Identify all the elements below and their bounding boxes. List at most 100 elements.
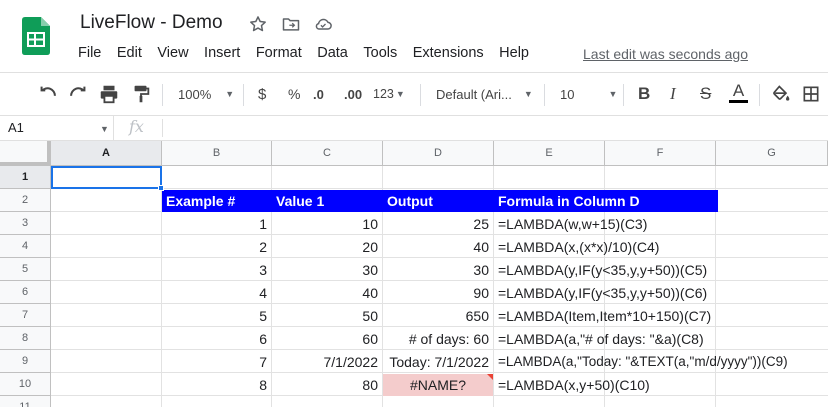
chevron-down-icon: ▼ [608,89,618,99]
row-header-2[interactable]: 2 [0,189,51,212]
formula-bar: A1 ▼ fx [0,116,828,141]
cell-formula[interactable]: =LAMBDA(x,(x*x)/10)(C4) [494,236,814,258]
row-header-5[interactable]: 5 [0,258,51,281]
menu-file[interactable]: File [78,45,101,65]
font-size-select[interactable]: 10 ▼ [560,82,617,106]
cell-example[interactable]: 2 [162,236,272,258]
bold-button[interactable]: B [638,82,650,106]
cell-value1[interactable]: 40 [272,282,383,304]
cell-output[interactable]: 30 [383,259,494,281]
currency-format-button[interactable]: $ [258,82,266,106]
cell-formula[interactable]: =LAMBDA(a,"# of days: "&a)(C8) [494,328,814,350]
more-formats-button[interactable]: 123 ▼ [373,82,405,106]
menu-insert[interactable]: Insert [204,45,240,65]
name-box[interactable]: A1 ▼ [0,116,114,140]
row-header-1[interactable]: 1 [0,166,51,189]
header-example[interactable]: Example # [162,190,272,212]
cell-output[interactable]: 25 [383,213,494,235]
star-icon[interactable] [248,14,268,34]
header-formula[interactable]: Formula in Column D [494,190,718,212]
chevron-down-icon: ▼ [395,89,405,99]
borders-button[interactable] [801,82,821,106]
cell-output[interactable]: 650 [383,305,494,327]
cell-formula[interactable]: =LAMBDA(w,w+15)(C3) [494,213,814,235]
percent-format-button[interactable]: % [288,82,300,106]
row-header-10[interactable]: 10 [0,373,51,396]
column-header-a[interactable]: A [51,141,162,166]
redo-button[interactable] [67,82,89,106]
header-value1[interactable]: Value 1 [272,190,383,212]
move-to-folder-icon[interactable] [281,14,301,34]
row-header-3[interactable]: 3 [0,212,51,235]
toolbar-divider [420,84,421,106]
zoom-value: 100% [178,86,212,102]
cell-example[interactable]: 3 [162,259,272,281]
column-header-e[interactable]: E [494,141,605,166]
formula-input[interactable] [170,120,820,138]
row-header-4[interactable]: 4 [0,235,51,258]
menu-tools[interactable]: Tools [363,45,397,65]
increase-decimal-button[interactable]: .00 [344,82,362,106]
cell-example[interactable]: 7 [162,351,272,373]
menu-extensions[interactable]: Extensions [413,45,484,65]
fill-handle[interactable] [158,185,164,191]
column-header-c[interactable]: C [272,141,383,166]
fill-color-button[interactable] [771,82,791,106]
toolbar-divider [243,84,244,106]
cell-value1[interactable]: 50 [272,305,383,327]
cell-value1[interactable]: 80 [272,374,383,396]
row-header-8[interactable]: 8 [0,327,51,350]
strikethrough-button[interactable]: S [700,82,711,106]
text-color-button[interactable]: A [729,81,748,107]
cell-formula[interactable]: =LAMBDA(a,"Today: "&TEXT(a,"m/d/yyyy"))(… [494,351,826,373]
decrease-decimal-button[interactable]: .0 [313,82,324,106]
cell-formula[interactable]: =LAMBDA(y,IF(y<35,y,y+50))(C6) [494,282,814,304]
cell-output[interactable]: Today: 7/1/2022 [383,351,494,373]
menu-edit[interactable]: Edit [117,45,142,65]
print-button[interactable] [98,82,120,106]
cell-value1[interactable]: 7/1/2022 [272,351,383,373]
cell-formula[interactable]: =LAMBDA(Item,Item*10+150)(C7) [494,305,814,327]
document-title[interactable]: LiveFlow - Demo [80,12,223,34]
last-edit-link[interactable]: Last edit was seconds ago [583,46,748,62]
sheets-logo-icon[interactable] [22,17,50,55]
column-header-d[interactable]: D [383,141,494,166]
cell-value1[interactable]: 60 [272,328,383,350]
cell-example[interactable]: 8 [162,374,272,396]
cell-formula[interactable]: =LAMBDA(y,IF(y<35,y,y+50))(C5) [494,259,814,281]
cell-value1[interactable]: 10 [272,213,383,235]
header-output[interactable]: Output [383,190,494,212]
paint-format-button[interactable] [130,82,152,106]
column-header-f[interactable]: F [605,141,716,166]
row-header-6[interactable]: 6 [0,281,51,304]
select-all-corner[interactable] [0,141,51,166]
cloud-saved-icon[interactable] [313,14,333,34]
cell-output[interactable]: 40 [383,236,494,258]
cell-output-error[interactable]: #NAME? [383,374,493,396]
font-family-select[interactable]: Default (Ari... ▼ [436,82,533,106]
cell-value1[interactable]: 20 [272,236,383,258]
italic-button[interactable]: I [670,82,676,106]
active-cell-selection[interactable] [51,166,162,189]
error-indicator-icon[interactable] [487,374,493,380]
undo-button[interactable] [37,82,59,106]
menu-data[interactable]: Data [317,45,348,65]
menu-format[interactable]: Format [256,45,302,65]
row-header-7[interactable]: 7 [0,304,51,327]
cell-example[interactable]: 1 [162,213,272,235]
column-header-b[interactable]: B [162,141,272,166]
cell-output[interactable]: # of days: 60 [383,328,494,350]
cell-example[interactable]: 4 [162,282,272,304]
cell-output[interactable]: 90 [383,282,494,304]
cell-formula[interactable]: =LAMBDA(x,y+50)(C10) [494,374,814,396]
zoom-select[interactable]: 100% ▼ [178,82,234,106]
menu-help[interactable]: Help [499,45,529,65]
column-header-g[interactable]: G [716,141,828,166]
row-header-9[interactable]: 9 [0,350,51,373]
cell-value1[interactable]: 30 [272,259,383,281]
bold-label: B [638,84,651,103]
cell-example[interactable]: 5 [162,305,272,327]
cell-example[interactable]: 6 [162,328,272,350]
menu-view[interactable]: View [157,45,188,65]
row-header-11[interactable]: 11 [0,396,51,407]
